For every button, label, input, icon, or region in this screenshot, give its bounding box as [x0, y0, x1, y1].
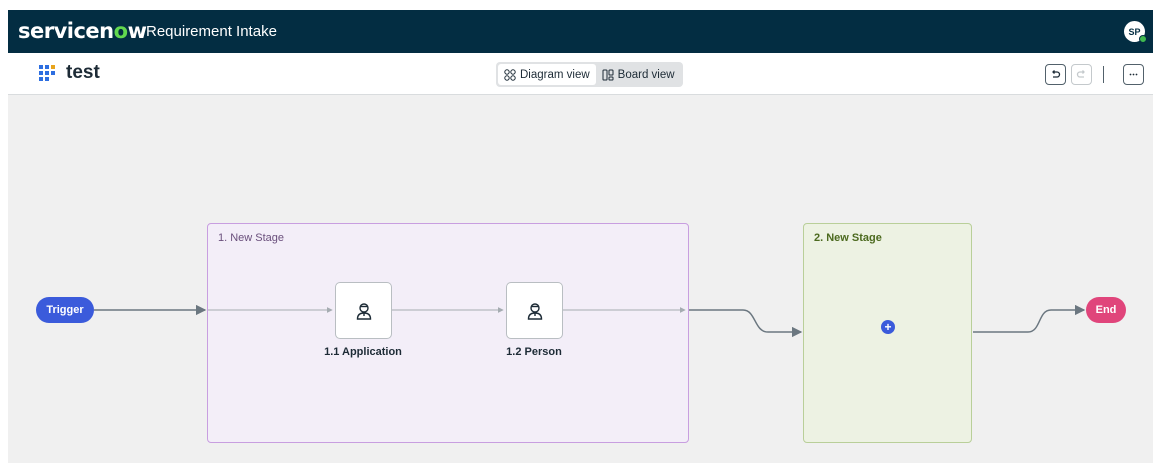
project-icon: [39, 65, 55, 81]
add-activity-button[interactable]: +: [881, 320, 895, 334]
undo-button[interactable]: [1045, 64, 1066, 85]
user-avatar[interactable]: SP: [1124, 21, 1147, 43]
app-frame: servicenow Requirement Intake SP test Di…: [8, 10, 1153, 463]
end-label: End: [1095, 304, 1117, 316]
diagram-view-label: Diagram view: [520, 68, 590, 81]
brand-o: o: [113, 19, 128, 43]
person-icon: [527, 302, 542, 320]
activity-node-application[interactable]: [335, 282, 392, 339]
app-title: Requirement Intake: [146, 23, 277, 40]
more-options-button[interactable]: [1123, 64, 1144, 85]
avatar-initials: SP: [1128, 26, 1141, 37]
board-icon: [602, 69, 614, 80]
board-view-label: Board view: [617, 68, 675, 81]
edge-stage-1-to-stage-2: [689, 309, 803, 338]
activity-label-person: 1.2 Person: [506, 346, 562, 358]
redo-icon: [1076, 70, 1085, 78]
brand-prefix: servicen: [18, 19, 114, 43]
trigger-label: Trigger: [46, 304, 84, 316]
project-header: test Diagram view Board view: [8, 53, 1153, 95]
plus-icon: +: [884, 320, 892, 334]
presence-dot: [1139, 35, 1147, 43]
edge-stage-2-to-end: [973, 304, 1086, 333]
project-name: test: [66, 62, 100, 83]
diagram-view-button[interactable]: Diagram view: [498, 64, 596, 85]
undo-icon: [1052, 70, 1061, 78]
diagram-canvas[interactable]: 1. New Stage 2. New Stage Trigger End 1.…: [8, 96, 1153, 463]
top-bar: servicenow Requirement Intake SP: [8, 10, 1153, 53]
end-node[interactable]: End: [1086, 297, 1126, 323]
brand-suffix: w: [127, 19, 147, 43]
activity-node-person[interactable]: [506, 282, 563, 339]
redo-button[interactable]: [1071, 64, 1092, 85]
board-view-button[interactable]: Board view: [596, 64, 681, 85]
diagram-icon: [504, 68, 516, 81]
flow-connectors: [94, 304, 1086, 338]
person-icon: [356, 302, 371, 320]
activity-label-application: 1.1 Application: [324, 346, 402, 358]
header-divider: [1103, 66, 1104, 83]
more-icon: [1129, 73, 1138, 76]
view-toggle: Diagram view Board view: [496, 62, 683, 87]
trigger-node[interactable]: Trigger: [36, 297, 94, 323]
servicenow-logo[interactable]: servicenow: [18, 19, 147, 43]
